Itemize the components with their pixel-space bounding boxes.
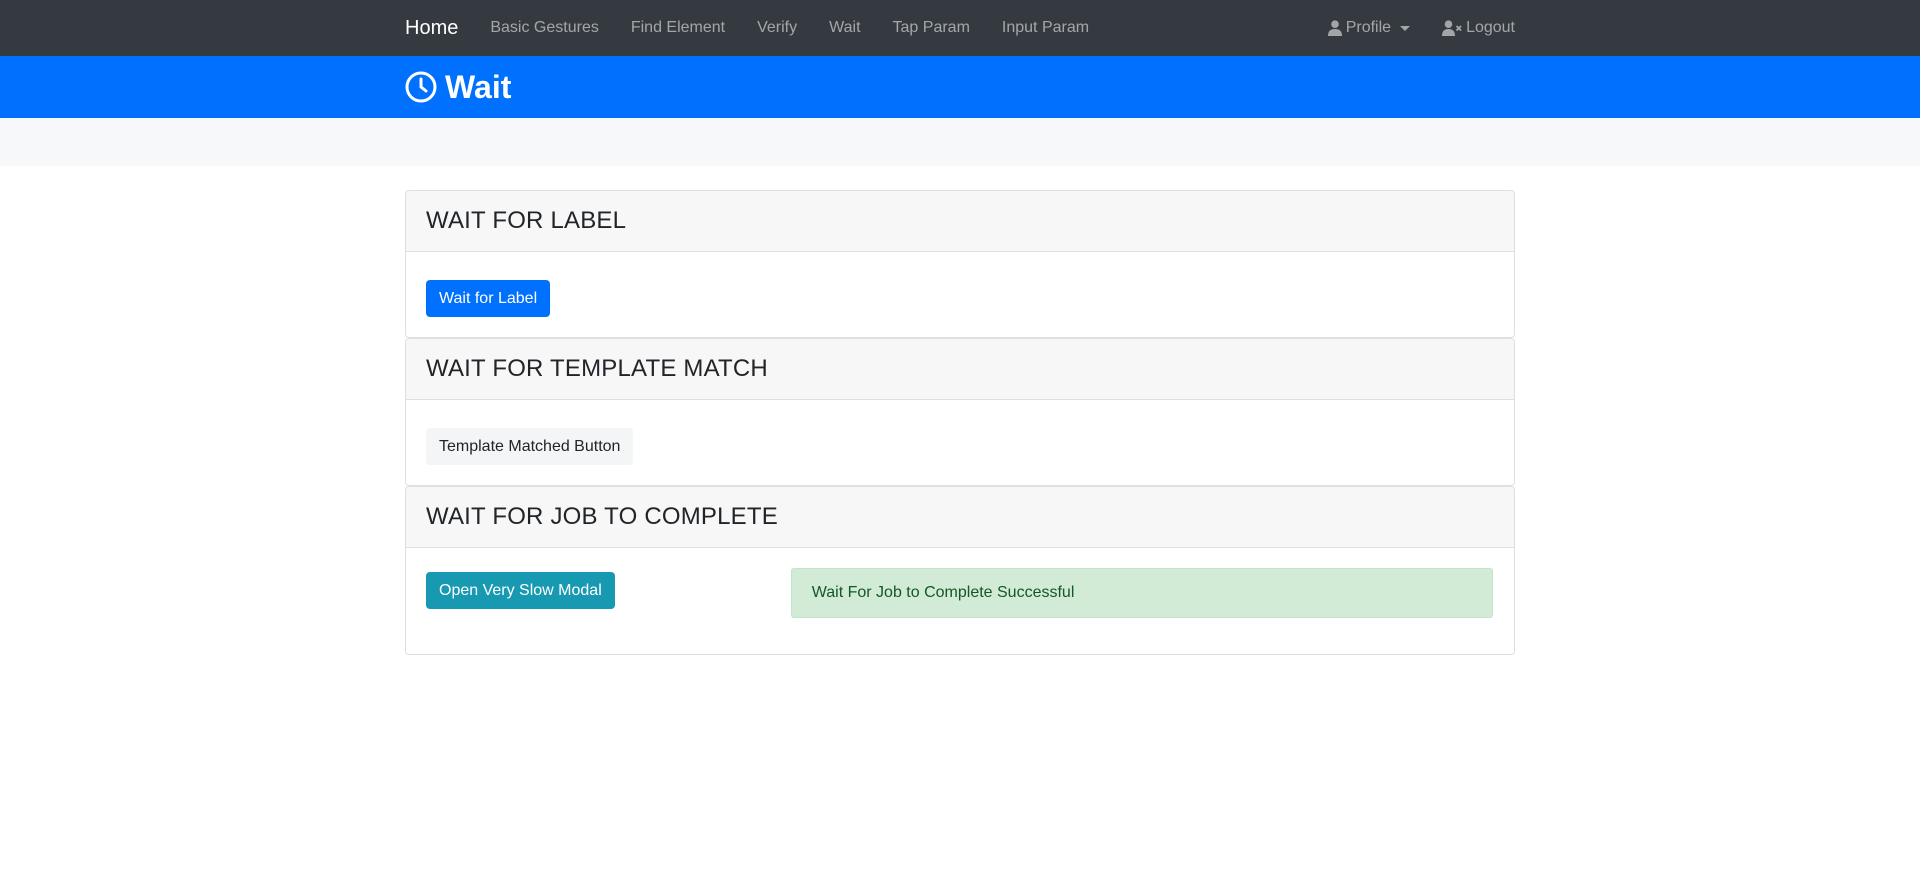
profile-label: Profile xyxy=(1345,19,1392,36)
nav-find-element-link[interactable]: Find Element xyxy=(631,19,725,37)
page-title: Wait xyxy=(445,68,512,105)
nav-home-link[interactable]: Home xyxy=(405,17,458,40)
navbar-inner: Home Basic Gestures Find Element Verify … xyxy=(405,0,1515,56)
nav-basic-gestures-link[interactable]: Basic Gestures xyxy=(490,19,598,37)
logout-label: Logout xyxy=(1466,19,1515,36)
wait-for-label-body: Wait for Label xyxy=(406,252,1514,337)
top-navbar: Home Basic Gestures Find Element Verify … xyxy=(0,0,1920,56)
wait-for-label-button[interactable]: Wait for Label xyxy=(426,280,551,317)
user-times-icon xyxy=(1442,20,1462,36)
user-icon xyxy=(1327,20,1342,36)
wait-for-label-card: WAIT FOR LABEL Wait for Label xyxy=(405,190,1515,338)
logout-link[interactable]: Logout xyxy=(1442,19,1515,37)
page-header: Wait xyxy=(0,56,1920,118)
wait-for-template-match-card: WAIT FOR TEMPLATE MATCH Template Matched… xyxy=(405,338,1515,486)
clock-icon xyxy=(405,71,437,103)
job-complete-success-alert: Wait For Job to Complete Successful xyxy=(790,568,1493,618)
main-content: WAIT FOR LABEL Wait for Label WAIT FOR T… xyxy=(405,190,1515,655)
nav-verify-link[interactable]: Verify xyxy=(757,19,797,37)
wait-for-label-title: WAIT FOR LABEL xyxy=(426,207,627,234)
navbar-right: Profile Logout xyxy=(1296,19,1515,37)
profile-dropdown[interactable]: Profile xyxy=(1327,19,1411,37)
open-very-slow-modal-button[interactable]: Open Very Slow Modal xyxy=(426,572,615,609)
wait-for-template-match-title: WAIT FOR TEMPLATE MATCH xyxy=(426,355,768,382)
wait-for-job-body: Open Very Slow Modal Wait For Job to Com… xyxy=(406,548,1514,654)
page-header-inner: Wait xyxy=(405,56,1515,118)
wait-for-template-match-header: WAIT FOR TEMPLATE MATCH xyxy=(406,339,1514,400)
wait-for-job-header: WAIT FOR JOB TO COMPLETE xyxy=(406,487,1514,548)
wait-for-template-match-body: Template Matched Button xyxy=(406,400,1514,485)
nav-input-param-link[interactable]: Input Param xyxy=(1002,19,1089,37)
nav-tap-param-link[interactable]: Tap Param xyxy=(893,19,970,37)
wait-for-job-card: WAIT FOR JOB TO COMPLETE Open Very Slow … xyxy=(405,486,1515,655)
template-matched-button[interactable]: Template Matched Button xyxy=(426,428,634,465)
breadcrumb-strip xyxy=(0,118,1920,166)
wait-for-job-title: WAIT FOR JOB TO COMPLETE xyxy=(426,503,778,530)
nav-wait-link[interactable]: Wait xyxy=(829,19,860,37)
wait-for-label-header: WAIT FOR LABEL xyxy=(406,191,1514,252)
caret-down-icon xyxy=(1400,25,1411,31)
